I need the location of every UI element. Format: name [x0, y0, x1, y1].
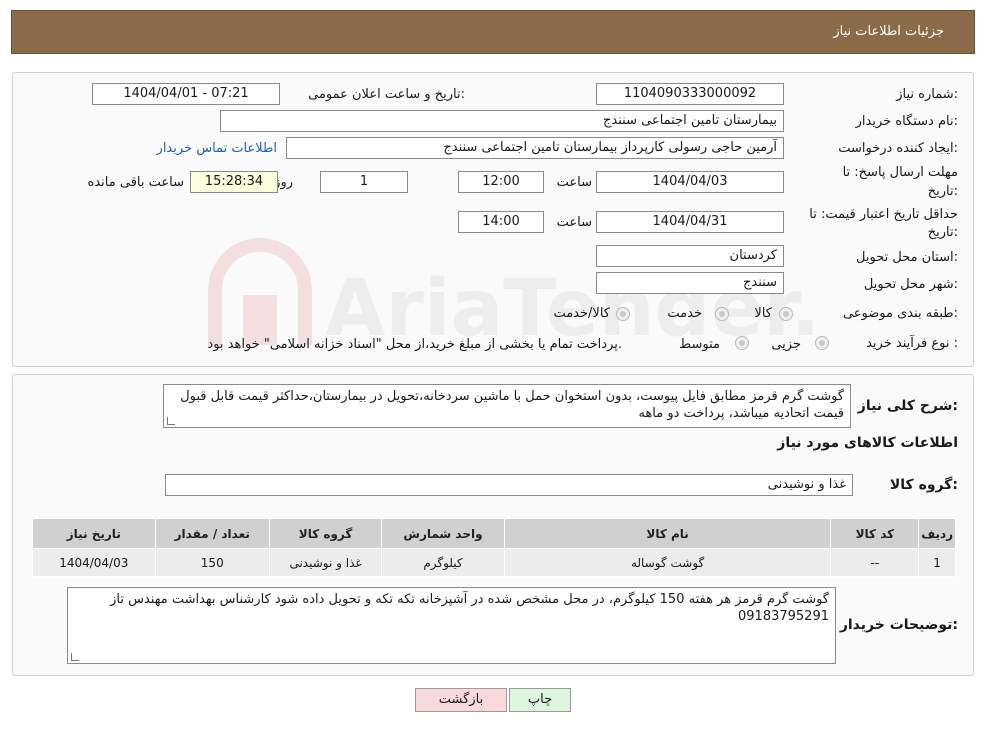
validity-date-field: 1404/04/31: [596, 211, 784, 233]
col-row-number: ردیف: [918, 518, 956, 549]
province-field: کردستان: [596, 245, 784, 267]
col-item-code: کد کالا: [830, 518, 920, 549]
category-goods-label: کالا: [754, 306, 772, 321]
validity-label-line2: تاریخ:: [927, 225, 958, 240]
deadline-date-field: 1404/04/03: [596, 171, 784, 193]
announce-datetime-field: 1404/04/01 - 07:21: [92, 83, 280, 105]
col-unit: واحد شمارش: [381, 518, 505, 549]
announce-label: تاریخ و ساعت اعلان عمومی:: [308, 87, 465, 102]
buyer-org-label: نام دستگاه خریدار:: [855, 114, 958, 129]
goods-group-field: غذا و نوشیدنی: [165, 474, 853, 496]
deadline-label-line1: مهلت ارسال پاسخ: تا: [842, 165, 958, 180]
process-medium-label: متوسط: [679, 337, 720, 352]
buyer-notes-label: توضیحات خریدار:: [839, 617, 958, 633]
items-table-header: ردیف کد کالا نام کالا واحد شمارش گروه کا…: [32, 518, 956, 549]
col-goods-group: گروه کالا: [268, 518, 383, 549]
process-label: نوع فرآیند خرید :: [866, 336, 958, 351]
category-goods-radio[interactable]: [779, 307, 793, 321]
items-heading: اطلاعات کالاهای مورد نیاز: [777, 435, 958, 451]
days-remaining-field: 1: [320, 171, 408, 193]
col-quantity: تعداد / مقدار: [154, 518, 270, 549]
city-label: شهر محل تحویل:: [863, 277, 958, 292]
process-minor-label: جزیی: [771, 337, 801, 352]
buyer-org-field: بیمارستان تامین اجتماعی سنندج: [220, 110, 784, 132]
col-item-name: نام کالا: [503, 518, 832, 549]
goods-group-label: گروه کالا:: [889, 477, 958, 493]
category-label: طبقه بندی موضوعی:: [842, 306, 958, 321]
cell-need-date: 1404/04/03: [32, 548, 156, 577]
cell-item-name: گوشت گوساله: [503, 548, 832, 577]
province-label: استان محل تحویل:: [856, 250, 958, 265]
buyer-notes-textarea: گوشت گرم قرمز هر هفته 150 کیلوگرم، در مح…: [67, 587, 836, 664]
deadline-time-field: 12:00: [458, 171, 544, 193]
buyer-contact-link[interactable]: اطلاعات تماس خریدار: [157, 141, 277, 156]
category-goods-service-radio[interactable]: [616, 307, 630, 321]
buyer-notes-text: گوشت گرم قرمز هر هفته 150 کیلوگرم، در مح…: [110, 592, 829, 624]
deadline-label-line2: تاریخ:: [927, 184, 958, 199]
category-goods-service-label: کالا/خدمت: [553, 306, 610, 321]
requester-label: ایجاد کننده درخواست:: [838, 141, 958, 156]
category-service-radio[interactable]: [715, 307, 729, 321]
process-minor-radio[interactable]: [815, 336, 829, 350]
back-button[interactable]: بازگشت: [415, 688, 507, 712]
category-service-label: خدمت: [667, 306, 702, 321]
cell-quantity: 150: [154, 548, 270, 577]
validity-label-line1: حداقل تاریخ اعتبار قیمت: تا: [809, 207, 958, 222]
summary-label: شرح کلی نیاز:: [857, 398, 958, 414]
validity-time-label: ساعت: [556, 215, 592, 230]
validity-time-field: 14:00: [458, 211, 544, 233]
cell-item-code: --: [830, 548, 920, 577]
items-table: ردیف کد کالا نام کالا واحد شمارش گروه کا…: [32, 518, 956, 577]
process-note: پرداخت تمام یا بخشی از مبلغ خرید،از محل …: [207, 337, 622, 352]
remaining-time-field: 15:28:34: [190, 171, 278, 193]
city-field: سنندج: [596, 272, 784, 294]
cell-unit: کیلوگرم: [381, 548, 505, 577]
table-row: 1 -- گوشت گوساله کیلوگرم غذا و نوشیدنی 1…: [32, 548, 956, 577]
resize-handle-icon[interactable]: [167, 417, 175, 425]
remaining-label: ساعت باقی مانده: [87, 175, 184, 190]
cell-goods-group: غذا و نوشیدنی: [268, 548, 383, 577]
requester-field: آرمین حاجی رسولی کارپرداز بیمارستان تامی…: [286, 137, 784, 159]
need-number-field: 1104090333000092: [596, 83, 784, 105]
deadline-time-label: ساعت: [556, 175, 592, 190]
resize-handle-icon[interactable]: [71, 653, 79, 661]
summary-textarea: گوشت گرم قرمز مطابق فایل پیوست، بدون است…: [163, 384, 851, 428]
summary-text: گوشت گرم قرمز مطابق فایل پیوست، بدون است…: [180, 389, 844, 421]
page-header: جزئیات اطلاعات نیاز: [11, 10, 975, 54]
need-number-label: شماره نیاز:: [896, 87, 958, 102]
print-button[interactable]: چاپ: [509, 688, 571, 712]
page-title: جزئیات اطلاعات نیاز: [833, 24, 944, 39]
col-need-date: تاریخ نیاز: [32, 518, 156, 549]
cell-row-number: 1: [918, 548, 956, 577]
process-medium-radio[interactable]: [735, 336, 749, 350]
